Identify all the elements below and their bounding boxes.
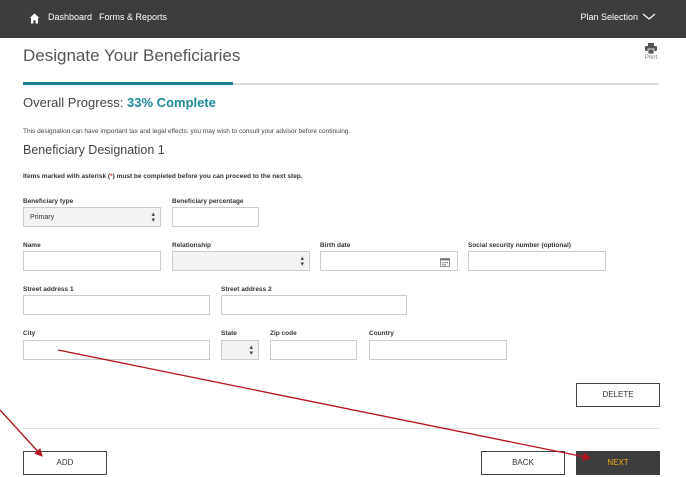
delete-button[interactable]: DELETE (576, 383, 660, 407)
state-select[interactable]: ▴ ▾ (221, 340, 259, 360)
overall-progress-label: Overall Progress: (23, 95, 124, 110)
birth-date-label: Birth date (320, 242, 351, 249)
divider (23, 428, 659, 429)
home-icon[interactable] (29, 13, 40, 24)
section-title: Beneficiary Designation 1 (23, 143, 165, 157)
required-fields-note: Items marked with asterisk (*) must be c… (23, 173, 303, 180)
beneficiary-type-value: Primary (30, 214, 55, 221)
select-arrows-icon: ▴ ▾ (300, 255, 304, 268)
progress-bar (23, 82, 659, 85)
beneficiary-type-label: Beneficiary type (23, 198, 74, 205)
relationship-label: Relationship (172, 242, 212, 249)
page-title: Designate Your Beneficiaries (23, 46, 241, 65)
city-input[interactable] (23, 340, 210, 360)
beneficiary-type-select[interactable]: Primary ▴ ▾ (23, 207, 161, 227)
street-address-2-label: Street address 2 (221, 286, 272, 293)
street-address-1-label: Street address 1 (23, 286, 74, 293)
ssn-input[interactable] (468, 251, 606, 271)
annotation-arrow-to-next (57, 349, 591, 461)
chevron-down-icon[interactable] (642, 12, 656, 21)
back-button[interactable]: BACK (481, 451, 565, 475)
calendar-icon[interactable] (440, 257, 450, 267)
name-input[interactable] (23, 251, 161, 271)
street-address-2-input[interactable] (221, 295, 407, 315)
city-label: City (23, 330, 36, 337)
required-note-after: ) must be completed before you can proce… (112, 173, 303, 180)
printer-icon (645, 43, 657, 54)
advice-text: This designation can have important tax … (23, 128, 351, 135)
required-note-before: Items marked with asterisk ( (23, 173, 111, 180)
overall-progress-percent: 33% Complete (127, 95, 216, 110)
country-label: Country (369, 330, 394, 337)
nav-forms-reports-link[interactable]: Forms & Reports (99, 12, 167, 22)
nav-dashboard-link[interactable]: Dashboard (48, 12, 92, 22)
overall-progress: Overall Progress: 33% Complete (23, 95, 216, 110)
plan-selection-menu[interactable]: Plan Selection (580, 12, 638, 22)
birth-date-input[interactable] (320, 251, 458, 271)
state-label: State (221, 330, 237, 337)
select-arrows-icon: ▴ ▾ (151, 211, 155, 224)
progress-bar-fill (23, 82, 233, 85)
next-button[interactable]: NEXT (576, 451, 660, 475)
zip-code-label: Zip code (270, 330, 297, 337)
annotation-arrow-to-add (0, 409, 43, 457)
top-nav-bar: Dashboard Forms & Reports Plan Selection (0, 0, 686, 38)
country-input[interactable] (369, 340, 507, 360)
zip-code-input[interactable] (270, 340, 357, 360)
beneficiary-percentage-label: Beneficiary percentage (172, 198, 244, 205)
select-arrows-icon: ▴ ▾ (249, 344, 253, 357)
beneficiary-percentage-input[interactable] (172, 207, 259, 227)
print-label: Print (644, 55, 658, 61)
street-address-1-input[interactable] (23, 295, 210, 315)
relationship-select[interactable]: ▴ ▾ (172, 251, 310, 271)
name-label: Name (23, 242, 41, 249)
print-button[interactable]: Print (641, 43, 661, 61)
ssn-label: Social security number (optional) (468, 242, 571, 249)
add-button[interactable]: ADD (23, 451, 107, 475)
